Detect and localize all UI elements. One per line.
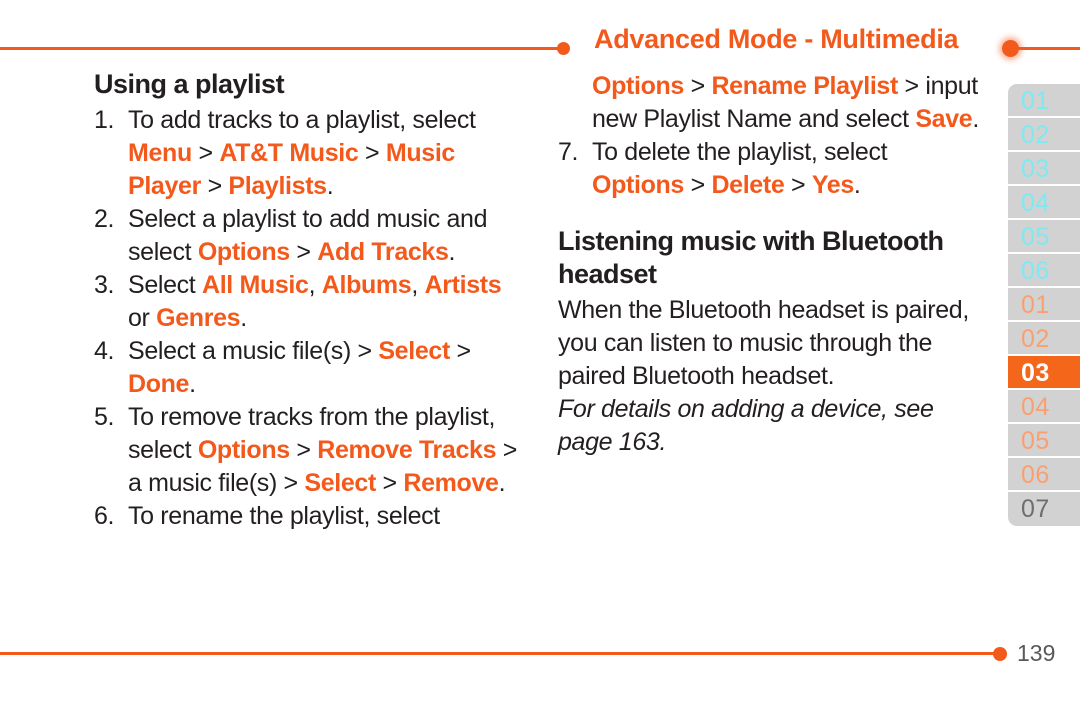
breadcrumb-separator: >: [784, 171, 812, 199]
footer-rule: [0, 645, 1080, 663]
section-heading-using-a-playlist: Using a playlist: [94, 69, 285, 99]
playlist-steps-list-continued: 7. To delete the playlist, select Options…: [558, 136, 983, 202]
body-text: or: [128, 304, 157, 332]
left-column: Using a playlist 1. To add tracks to a pl…: [94, 68, 524, 533]
highlight-term: Options: [592, 171, 684, 199]
highlight-term: Artists: [424, 271, 502, 299]
tab-07-12[interactable]: 07: [1008, 492, 1080, 526]
list-item: 4. Select a music file(s) > Select > Done…: [94, 335, 524, 401]
footer-dot-icon: [993, 647, 1007, 661]
list-item: 3. Select All Music, Albums, Artists or G…: [94, 269, 524, 335]
page-number: 139: [1017, 640, 1056, 666]
list-item: 5. To remove tracks from the playlist, se…: [94, 401, 524, 500]
breadcrumb-separator: >: [683, 72, 712, 100]
page-title: Advanced Mode - Multimedia: [594, 24, 959, 54]
step-6-continuation: Options > Rename Playlist > input new Pl…: [558, 70, 983, 136]
body-text: Select: [128, 271, 202, 299]
highlight-term: Options: [197, 238, 290, 266]
highlight-term: Rename Playlist: [711, 72, 898, 100]
list-item: 6. To rename the playlist, select: [94, 500, 524, 533]
header-rule-left-line: [0, 47, 563, 50]
breadcrumb-separator: >: [358, 139, 386, 167]
breadcrumb-separator: >: [289, 436, 318, 464]
body-text: .: [326, 172, 334, 200]
body-text: ,: [411, 271, 425, 299]
tab-01-6[interactable]: 01: [1008, 288, 1080, 322]
tab-06-11[interactable]: 06: [1008, 458, 1080, 492]
breadcrumb-separator: >: [449, 337, 472, 365]
tab-03-2[interactable]: 03: [1008, 152, 1080, 186]
breadcrumb-separator: >: [375, 469, 404, 497]
highlight-term: Add Tracks: [317, 238, 449, 266]
playlist-steps-list: 1. To add tracks to a playlist, select Me…: [94, 104, 524, 533]
step-number: 2.: [94, 205, 115, 233]
tab-04-9[interactable]: 04: [1008, 390, 1080, 424]
breadcrumb-separator: >: [289, 238, 318, 266]
bluetooth-cross-reference-note: For details on adding a device, see page…: [558, 395, 934, 456]
body-text: To add tracks to a playlist, select: [128, 106, 476, 134]
body-text: .: [448, 238, 456, 266]
section-heading-listening-music-bluetooth: Listening music with Bluetooth headset: [558, 226, 944, 289]
highlight-term: AT&T Music: [219, 139, 359, 167]
body-text: .: [240, 304, 247, 332]
breadcrumb-separator: >: [191, 139, 220, 167]
tab-01-0[interactable]: 01: [1008, 84, 1080, 118]
step-number: 6.: [94, 502, 115, 530]
tab-06-5[interactable]: 06: [1008, 254, 1080, 288]
highlight-term: Playlists: [228, 172, 327, 200]
highlight-term: Select: [304, 469, 376, 497]
header-rule-right-line: [1012, 47, 1080, 50]
body-text: .: [972, 105, 979, 133]
highlight-term: Delete: [711, 171, 785, 199]
tab-05-10[interactable]: 05: [1008, 424, 1080, 458]
highlight-term: Albums: [321, 271, 412, 299]
list-item: 2. Select a playlist to add music and sel…: [94, 203, 524, 269]
body-text: .: [189, 370, 196, 398]
step-number: 3.: [94, 271, 115, 299]
bluetooth-paragraph: When the Bluetooth headset is paired, yo…: [558, 296, 969, 390]
highlight-term: Done: [128, 370, 190, 398]
step-number: 4.: [94, 337, 115, 365]
highlight-term: Options: [592, 72, 684, 100]
body-text: Select a music file(s) >: [128, 337, 379, 365]
tab-02-7[interactable]: 02: [1008, 322, 1080, 356]
breadcrumb-separator: >: [200, 172, 229, 200]
highlight-term: Remove: [403, 469, 499, 497]
tab-02-1[interactable]: 02: [1008, 118, 1080, 152]
step-number: 1.: [94, 106, 115, 134]
header-left-dot-icon: [557, 42, 570, 55]
highlight-term: Select: [378, 337, 450, 365]
body-text: ,: [308, 271, 322, 299]
body-text: To delete the playlist, select: [592, 138, 888, 166]
highlight-term: Options: [197, 436, 290, 464]
highlight-term: Menu: [128, 139, 192, 167]
step-number: 5.: [94, 403, 115, 431]
body-text: .: [498, 469, 506, 497]
highlight-term: All Music: [201, 271, 309, 299]
list-item: 7. To delete the playlist, select Options…: [558, 136, 983, 202]
tab-03-active-8[interactable]: 03: [1008, 356, 1080, 390]
chapter-tab-strip[interactable]: 01 02 03 04 05 06 01 02 03 04 05 06 07: [1008, 84, 1080, 526]
footer-rule-line: [0, 652, 1000, 655]
right-column: Options > Rename Playlist > input new Pl…: [558, 70, 983, 459]
highlight-term: Yes: [811, 171, 854, 199]
step-number: 7.: [558, 138, 579, 166]
highlight-term: Save: [915, 105, 973, 133]
list-item: 1. To add tracks to a playlist, select Me…: [94, 104, 524, 203]
body-text: To rename the playlist, select: [128, 502, 440, 530]
tab-04-3[interactable]: 04: [1008, 186, 1080, 220]
tab-05-4[interactable]: 05: [1008, 220, 1080, 254]
highlight-term: Remove Tracks: [317, 436, 497, 464]
breadcrumb-separator: >: [683, 171, 712, 199]
highlight-term: Genres: [156, 304, 241, 332]
body-text: .: [853, 171, 861, 199]
